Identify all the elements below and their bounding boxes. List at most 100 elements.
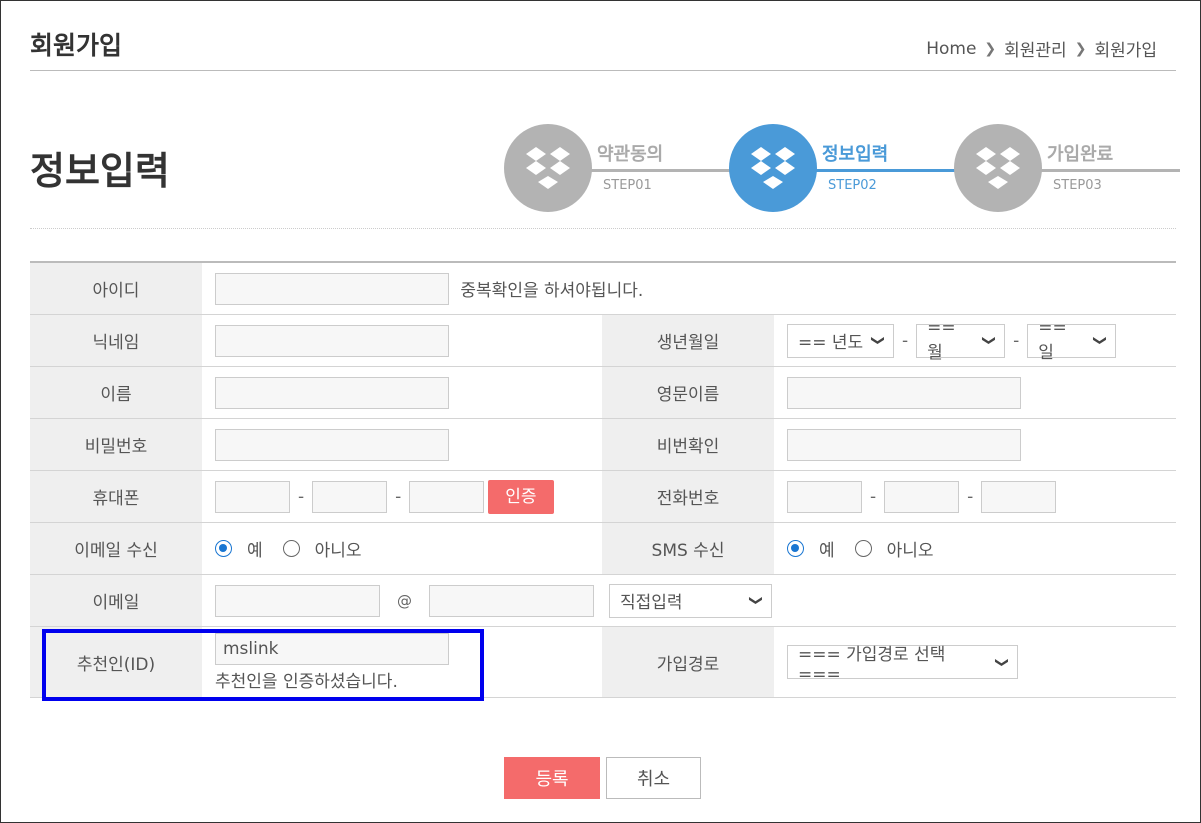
id-cell: 중복확인을 하셔야됩니다. [202, 262, 1176, 315]
form-row-nickname: 닉네임 생년월일 == 년도 ❯ - == 월 ❯ - == 일 ❯ [30, 314, 1176, 367]
header-divider [30, 70, 1176, 71]
password-label: 비밀번호 [30, 418, 202, 471]
email-domain-input[interactable] [429, 584, 594, 617]
step-connector [580, 169, 740, 172]
phone-input-3[interactable] [981, 480, 1057, 513]
step-progress: 약관동의 STEP01 정보입력 STEP02 가입완료 STEP03 [500, 124, 1180, 216]
join-route-select-value: === 가입경로 선택 === [798, 644, 946, 685]
step-label: 약관동의 [597, 144, 664, 165]
birth-cell: == 년도 ❯ - == 월 ❯ - == 일 ❯ [774, 314, 1176, 367]
form-row-name: 이름 영문이름 [30, 366, 1176, 419]
join-route-select[interactable]: === 가입경로 선택 === ❯ [787, 645, 1018, 685]
dash-separator: - [395, 486, 402, 507]
email-cell: @ 직접입력 ❯ [202, 574, 1176, 627]
step-connector-active [800, 169, 960, 172]
nickname-input[interactable] [215, 324, 449, 357]
radio-checked-icon [215, 540, 232, 557]
radio-label: 예 [819, 541, 835, 561]
form-row-receive: 이메일 수신 예 아니오 SMS 수신 예 아니오 [30, 522, 1176, 575]
dash-separator: - [298, 486, 305, 507]
dash-separator: - [870, 486, 877, 507]
breadcrumb: Home ❯ 회원관리 ❯ 회원가입 [926, 36, 1157, 62]
join-route-label: 가입경로 [602, 626, 774, 698]
join-route-cell: === 가입경로 선택 === ❯ [774, 626, 1176, 698]
section-title: 정보입력 [30, 149, 170, 193]
phone-input-1[interactable] [787, 480, 862, 513]
email-receive-label: 이메일 수신 [30, 522, 202, 575]
name-input[interactable] [215, 376, 449, 409]
dash-separator: - [967, 486, 974, 507]
email-local-input[interactable] [215, 584, 380, 617]
sms-receive-no-radio[interactable]: 아니오 [854, 536, 934, 561]
section-divider [30, 228, 1176, 229]
eng-name-label: 영문이름 [602, 366, 774, 419]
nickname-label: 닉네임 [30, 314, 202, 367]
email-receive-no-radio[interactable]: 아니오 [282, 536, 362, 561]
name-label: 이름 [30, 366, 202, 419]
email-label: 이메일 [30, 574, 202, 627]
radio-unchecked-icon [282, 540, 300, 557]
id-label: 아이디 [30, 262, 202, 315]
birth-day-select[interactable]: == 일 ❯ [1027, 318, 1117, 363]
mobile-label: 휴대폰 [30, 470, 202, 523]
step-label: 가입완료 [1047, 144, 1114, 165]
form-row-email: 이메일 @ 직접입력 ❯ [30, 574, 1176, 627]
phone-input-2[interactable] [884, 480, 960, 513]
birth-year-value: == 년도 [798, 333, 864, 353]
breadcrumb-member-admin[interactable]: 회원관리 [1004, 36, 1067, 61]
birth-label: 생년월일 [602, 314, 774, 367]
sms-receive-cell: 예 아니오 [774, 522, 1176, 575]
referrer-verified-hint: 추천인을 인증하셨습니다. [215, 671, 398, 692]
mobile-input-3[interactable] [409, 480, 485, 513]
step-connector [1020, 169, 1180, 172]
breadcrumb-home[interactable]: Home [926, 39, 976, 59]
birth-day-value: == 일 [1038, 318, 1067, 363]
id-duplicate-hint: 중복확인을 하셔야됩니다. [460, 281, 644, 301]
radio-checked-icon [787, 540, 804, 557]
referrer-cell: 추천인을 인증하셨습니다. [202, 626, 602, 698]
box-icon [504, 124, 592, 212]
eng-name-cell [774, 366, 1176, 419]
email-domain-select-value: 직접입력 [620, 593, 683, 613]
referrer-input[interactable] [215, 632, 449, 665]
form-row-referrer: 추천인(ID) 추천인을 인증하셨습니다. 가입경로 === 가입경로 선택 =… [30, 626, 1176, 698]
eng-name-input[interactable] [787, 376, 1021, 409]
birth-month-value: == 월 [927, 318, 956, 363]
email-domain-select[interactable]: 직접입력 ❯ [609, 583, 772, 618]
birth-month-select[interactable]: == 월 ❯ [916, 318, 1006, 363]
radio-unchecked-icon [854, 540, 872, 557]
signup-form: 아이디 중복확인을 하셔야됩니다. 닉네임 생년월일 == 년도 ❯ - == 월 ❯ -… [30, 261, 1176, 698]
box-icon [954, 124, 1042, 212]
form-row-password: 비밀번호 비번확인 [30, 418, 1176, 471]
email-receive-yes-radio[interactable]: 예 [215, 536, 263, 561]
sms-receive-yes-radio[interactable]: 예 [787, 536, 835, 561]
password-confirm-input[interactable] [787, 428, 1021, 461]
dash-separator: - [1013, 330, 1020, 351]
submit-button[interactable]: 등록 [504, 757, 600, 799]
verify-button[interactable]: 인증 [488, 479, 554, 514]
form-row-mobile: 휴대폰 - - 인증 전화번호 -- [30, 470, 1176, 523]
step-label: 정보입력 [822, 144, 889, 165]
step-number: STEP03 [1053, 178, 1102, 193]
radio-label: 아니오 [314, 541, 362, 561]
mobile-input-2[interactable] [312, 480, 388, 513]
birth-year-select[interactable]: == 년도 ❯ [787, 323, 894, 358]
dash-separator: - [902, 330, 909, 351]
box-icon [729, 124, 817, 212]
chevron-down-icon: ❯ [981, 335, 997, 346]
password-input[interactable] [215, 428, 449, 461]
at-sign: @ [397, 591, 412, 610]
chevron-down-icon: ❯ [870, 335, 886, 346]
page-title: 회원가입 [30, 31, 123, 60]
mobile-input-1[interactable] [215, 480, 290, 513]
phone-cell: -- [774, 470, 1176, 523]
chevron-right-icon: ❯ [1074, 40, 1087, 57]
phone-label: 전화번호 [602, 470, 774, 523]
cancel-button[interactable]: 취소 [606, 757, 701, 799]
radio-label: 예 [247, 541, 263, 561]
email-receive-cell: 예 아니오 [202, 522, 602, 575]
chevron-right-icon: ❯ [984, 40, 997, 57]
password-cell [202, 418, 602, 471]
chevron-down-icon: ❯ [748, 595, 764, 606]
id-input[interactable] [215, 272, 449, 305]
